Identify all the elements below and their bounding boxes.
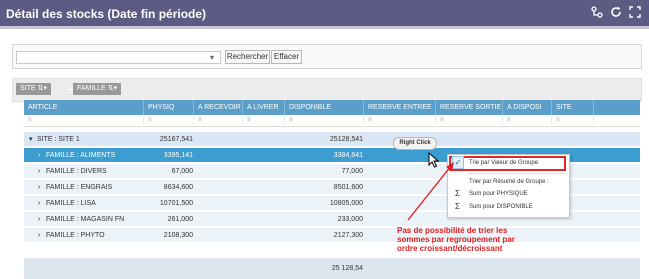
- column-header-disponible[interactable]: DISPONIBLE: [285, 100, 364, 115]
- column-header-a-livrer[interactable]: A LIVRER: [243, 100, 285, 115]
- filter-cell[interactable]: ≡: [436, 116, 503, 125]
- expand-row-icon[interactable]: ›: [38, 180, 40, 195]
- filter-cell[interactable]: ≡: [503, 116, 552, 125]
- menu-separator: [468, 173, 565, 174]
- group-chip-label: SITE: [20, 85, 36, 92]
- group-row-label: FAMILLE : DIVERS: [46, 168, 107, 175]
- right-click-bubble: Right Click: [393, 137, 437, 150]
- cell-disponible: 233,000: [337, 216, 363, 223]
- cell-disponible: 3384,641: [333, 152, 363, 159]
- filter-cell[interactable]: ≡: [24, 116, 144, 125]
- column-header-reserve-sortie[interactable]: RESERVE SORTIE: [436, 100, 503, 115]
- cell-physique: 10701,500: [159, 200, 193, 207]
- chevron-down-icon[interactable]: ▾: [210, 53, 214, 62]
- column-header-reserve-entree[interactable]: RESERVE ENTREE: [364, 100, 436, 115]
- cell-disponible: 8501,600: [333, 184, 363, 191]
- group-row-label: FAMILLE : ALIMENTS: [46, 152, 116, 159]
- context-menu: ✓ Trie par Valeur de Groupe Trier par Ré…: [447, 154, 570, 218]
- filter-icon[interactable]: ▾: [43, 85, 47, 92]
- group-chip-label: FAMILLE: [77, 85, 106, 92]
- column-header-site[interactable]: SITE: [552, 100, 594, 115]
- annotation-line: Pas de possibilité de trier les: [397, 226, 508, 235]
- cell-physique: 8634,600: [163, 184, 193, 191]
- menu-item-sort-by-group-summary[interactable]: Trier par Résumé de Groupe :: [469, 176, 549, 188]
- group-row-label: SITE : SITE 1: [37, 136, 80, 143]
- expand-row-icon[interactable]: ›: [38, 212, 40, 227]
- menu-item-sum-disponible[interactable]: Sum pour DISPONIBLE: [469, 201, 533, 213]
- clear-button[interactable]: Effacer: [271, 50, 302, 64]
- search-panel: ▾ Rechercher Effacer: [12, 44, 642, 69]
- group-chip-site[interactable]: SITE ⇅▾: [16, 83, 51, 95]
- group-chip-famille[interactable]: FAMILLE ⇅▾: [73, 83, 122, 95]
- filter-cell[interactable]: ≡: [552, 116, 594, 125]
- filter-row: ≡ ≡ ≡ ≡ ≡ ≡ ≡ ≡ ≡: [24, 115, 640, 127]
- cell-physique: 67,000: [171, 168, 193, 175]
- cell-physique: 3395,141: [163, 152, 193, 159]
- expand-row-icon[interactable]: ›: [38, 196, 40, 211]
- menu-item-sum-physique[interactable]: Sum pour PHYSIQUE: [469, 188, 528, 200]
- search-select[interactable]: ▾: [16, 51, 221, 64]
- filter-cell[interactable]: ≡: [144, 116, 194, 125]
- expand-row-icon[interactable]: ›: [38, 148, 40, 163]
- footer-total-disponible: 25 128,54: [331, 265, 363, 272]
- group-row-label: FAMILLE : PHYTO: [46, 232, 105, 239]
- window-title: Détail des stocks (Date fin période): [6, 7, 207, 21]
- column-header-a-disposition[interactable]: A DISPOSI: [503, 100, 552, 115]
- group-row-label: FAMILLE : LISA: [46, 200, 96, 207]
- window-title-bar: Détail des stocks (Date fin période): [0, 0, 649, 29]
- grid-header: ARTICLE PHYSIQ A RECEVOIR A LIVRER DISPO…: [24, 100, 640, 115]
- cell-disponible: 2127,300: [333, 232, 363, 239]
- annotation-arrow: [407, 162, 454, 221]
- group-row-site[interactable]: ▾ SITE : SITE 1 25167,541 25128,541: [24, 132, 640, 147]
- cell-disponible: 25128,541: [329, 136, 363, 143]
- refresh-icon[interactable]: [609, 6, 623, 20]
- expand-row-icon[interactable]: ›: [38, 228, 40, 243]
- column-header-article[interactable]: ARTICLE: [24, 100, 144, 115]
- group-panel: SITE ⇅▾ FAMILLE ⇅▾: [12, 78, 642, 102]
- annotation-line: sommes par regroupement par: [397, 235, 515, 244]
- annotation-note: Pas de possibilité de trier les sommes p…: [397, 226, 547, 253]
- filter-cell[interactable]: ≡: [243, 116, 285, 125]
- expand-row-icon[interactable]: ›: [38, 164, 40, 179]
- cell-physique: 261,000: [167, 216, 193, 223]
- group-row-label: FAMILLE : ENGRAIS: [46, 184, 113, 191]
- group-row-family[interactable]: › FAMILLE : PHYTO 2108,300 2127,300: [24, 228, 640, 243]
- annotation-line: ordre croissant/décroissant: [397, 244, 503, 253]
- filter-cell[interactable]: ≡: [285, 116, 364, 125]
- group-row-label: FAMILLE : MAGASIN FN: [46, 216, 125, 223]
- search-button[interactable]: Rechercher: [225, 50, 270, 64]
- expand-icon[interactable]: [628, 6, 642, 20]
- filter-icon[interactable]: ▾: [114, 85, 118, 92]
- grid-footer: 25 128,54: [24, 258, 640, 279]
- cell-physique: 2108,300: [163, 232, 193, 239]
- cell-physique: 25167,541: [159, 136, 193, 143]
- column-header-physique[interactable]: PHYSIQ: [144, 100, 194, 115]
- filter-cell[interactable]: ≡: [194, 116, 243, 125]
- cell-disponible: 10805,000: [329, 200, 363, 207]
- menu-item-sort-by-group-value[interactable]: Trie par Valeur de Groupe: [469, 157, 538, 169]
- collapse-icon[interactable]: ▾: [29, 132, 33, 147]
- column-header-a-recevoir[interactable]: A RECEVOIR: [194, 100, 243, 115]
- hierarchy-icon[interactable]: [590, 6, 604, 20]
- filter-cell[interactable]: ≡: [364, 116, 436, 125]
- cell-disponible: 77,000: [341, 168, 363, 175]
